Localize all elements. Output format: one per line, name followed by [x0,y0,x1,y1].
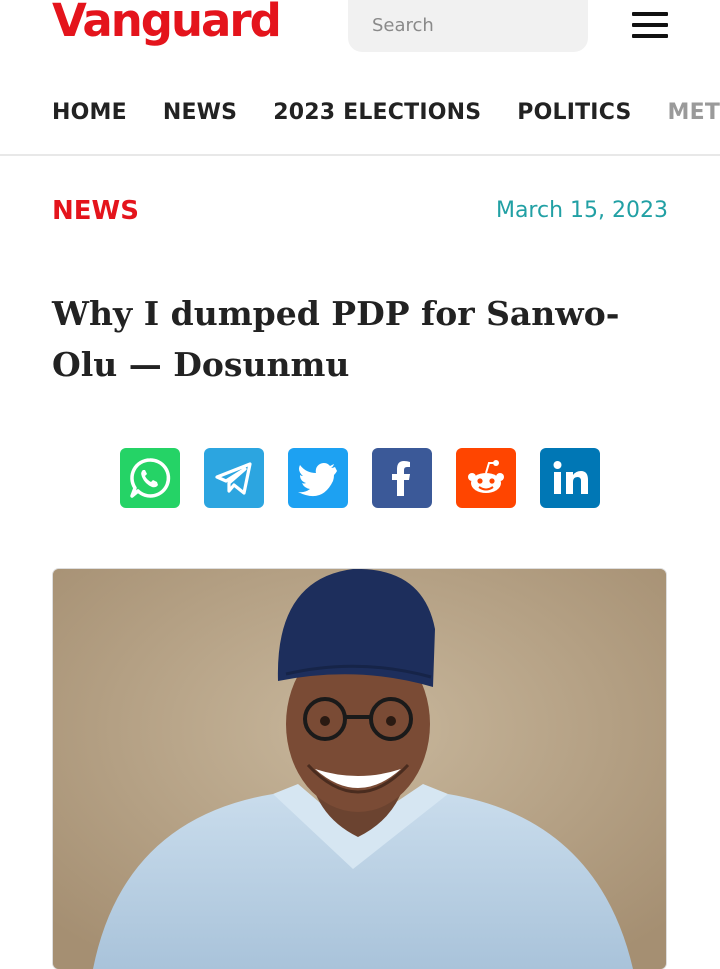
menu-bar [632,12,668,16]
share-telegram-button[interactable] [204,448,264,508]
search-box [348,0,588,52]
nav-item-home[interactable]: HOME [52,100,127,125]
portrait-photo [53,569,666,969]
reddit-icon [463,455,509,501]
hamburger-menu-button[interactable] [632,12,668,38]
linkedin-icon [548,456,592,500]
share-bar [120,448,600,508]
share-reddit-button[interactable] [456,448,516,508]
twitter-icon [296,456,340,500]
nav-item-metro[interactable]: METRO [668,100,720,125]
nav-item-politics[interactable]: POLITICS [517,100,631,125]
nav-divider [0,154,720,156]
article-date: March 15, 2023 [496,198,668,223]
vanguard-logo[interactable]: Vanguard [52,0,280,47]
telegram-icon [212,456,256,500]
main-nav: HOME NEWS 2023 ELECTIONS POLITICS METRO [52,100,720,125]
menu-bar [632,23,668,27]
whatsapp-icon [126,454,174,502]
facebook-icon [380,456,424,500]
article-image [53,569,666,969]
share-linkedin-button[interactable] [540,448,600,508]
share-twitter-button[interactable] [288,448,348,508]
share-whatsapp-button[interactable] [120,448,180,508]
article-category[interactable]: NEWS [52,196,139,226]
share-facebook-button[interactable] [372,448,432,508]
article-headline: Why I dumped PDP for Sanwo-Olu — Dosunmu [52,288,652,390]
search-input[interactable] [348,0,588,52]
menu-bar [632,34,668,38]
nav-item-news[interactable]: NEWS [163,100,237,125]
nav-item-2023-elections[interactable]: 2023 ELECTIONS [273,100,481,125]
